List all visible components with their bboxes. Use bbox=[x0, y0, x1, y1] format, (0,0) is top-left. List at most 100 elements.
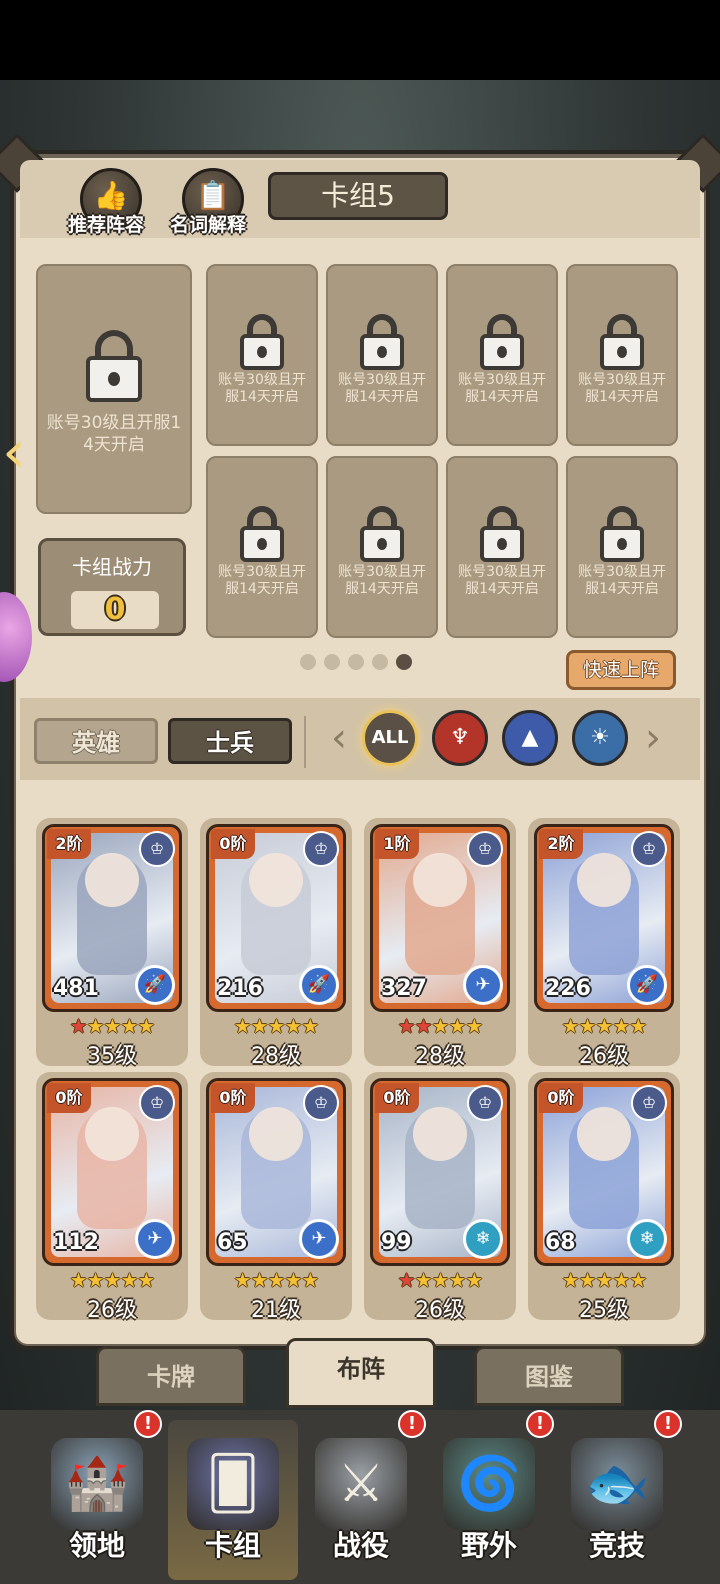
nav-item[interactable]: 🌀 野外 bbox=[424, 1420, 554, 1580]
nav-label: 卡组 bbox=[204, 1529, 261, 1562]
tab-soldiers[interactable]: 士兵 bbox=[168, 718, 292, 764]
card-power: 112 bbox=[53, 1230, 99, 1255]
card-frame: 0阶 ♔ ❄ 99 bbox=[370, 1078, 510, 1266]
subtab-cards[interactable]: 卡牌 bbox=[96, 1346, 246, 1406]
soldier-card[interactable]: 0阶 ♔ ❄ 99 ★★★★★ 26级 bbox=[364, 1072, 516, 1323]
lock-keyhole bbox=[257, 346, 267, 358]
nav-item[interactable]: ⚔ 战役 bbox=[296, 1420, 426, 1580]
page-dot-active[interactable] bbox=[396, 654, 412, 670]
alert-badge-icon: ! bbox=[398, 1410, 426, 1438]
lock-keyhole bbox=[377, 538, 387, 550]
star-icon: ★ bbox=[629, 1268, 647, 1292]
quick-deploy-button[interactable]: 快速上阵 bbox=[566, 650, 676, 690]
sword-type-icon: 🚀 bbox=[627, 965, 667, 1005]
soldier-card[interactable]: 2阶 ♔ 🚀 481 ★★★★★ 35级 bbox=[36, 818, 188, 1069]
nav-label: 领地 bbox=[68, 1529, 125, 1562]
deck-slot-locked[interactable]: 账号30级且开服14天开启 bbox=[326, 456, 438, 638]
deck-slot-locked[interactable]: 账号30级且开服14天开启 bbox=[566, 264, 678, 446]
star-rating: ★★★★★ bbox=[364, 1268, 516, 1292]
character-head bbox=[577, 1107, 631, 1161]
star-icon: ★ bbox=[69, 1268, 88, 1292]
card-power: 68 bbox=[545, 1230, 576, 1255]
ice-type-icon: ❄ bbox=[627, 1219, 667, 1259]
faction-icon: ♔ bbox=[467, 831, 503, 867]
deck-slot-locked[interactable]: 账号30级且开服14天开启 bbox=[36, 264, 192, 514]
soldier-card[interactable]: 0阶 ♔ ✈ 112 ★★★★★ 26级 bbox=[36, 1072, 188, 1323]
slot-lock-text: 账号30级且开服14天开启 bbox=[218, 372, 306, 405]
demon-faction-icon[interactable]: ♆ bbox=[432, 710, 488, 766]
deck-slot-locked[interactable]: 账号30级且开服14天开启 bbox=[446, 264, 558, 446]
star-icon: ★ bbox=[301, 1268, 319, 1292]
tab-heroes[interactable]: 英雄 bbox=[34, 718, 158, 764]
page-dot[interactable] bbox=[324, 654, 340, 670]
star-icon: ★ bbox=[448, 1268, 466, 1292]
deck-slot-locked[interactable]: 账号30级且开服14天开启 bbox=[446, 456, 558, 638]
soldier-card[interactable]: 2阶 ♔ 🚀 226 ★★★★★ 26级 bbox=[528, 818, 680, 1069]
soldier-card[interactable]: 0阶 ♔ ❄ 68 ★★★★★ 25级 bbox=[528, 1072, 680, 1323]
faction-icon: ♔ bbox=[139, 831, 175, 867]
character-head bbox=[249, 853, 303, 907]
card-level: 21级 bbox=[251, 1298, 301, 1323]
lock-keyhole bbox=[257, 538, 267, 550]
star-rating: ★★★★★ bbox=[364, 1014, 516, 1038]
slot-lock-text: 账号30级且开服14天开启 bbox=[578, 372, 666, 405]
star-icon: ★ bbox=[137, 1014, 155, 1038]
star-rating: ★★★★★ bbox=[36, 1268, 188, 1292]
character-head bbox=[85, 853, 139, 907]
page-dot[interactable] bbox=[300, 654, 316, 670]
deck-slot-locked[interactable]: 账号30级且开服14天开启 bbox=[206, 456, 318, 638]
star-icon: ★ bbox=[595, 1268, 614, 1292]
castle-icon: 🏰 bbox=[51, 1438, 143, 1530]
star-icon: ★ bbox=[301, 1014, 319, 1038]
deck-title[interactable]: 卡组5 bbox=[268, 172, 448, 220]
character-head bbox=[249, 1107, 303, 1161]
nav-item[interactable]: 🏰 领地 bbox=[32, 1420, 162, 1580]
soldier-card[interactable]: 0阶 ♔ ✈ 65 ★★★★★ 21级 bbox=[200, 1072, 352, 1323]
filter-next-arrow-icon[interactable]: › bbox=[638, 714, 668, 762]
ice-type-icon: ❄ bbox=[463, 1219, 503, 1259]
game-screen: 👍 推荐阵容 📋 名词解释 卡组5 ‹ 账号30级且开服14天开启 卡组战力 0… bbox=[0, 0, 720, 1584]
recommend-lineup-label: 推荐阵容 bbox=[68, 214, 145, 236]
slot-lock-text: 账号30级且开服14天开启 bbox=[338, 564, 426, 597]
star-icon: ★ bbox=[86, 1014, 105, 1038]
star-icon: ★ bbox=[250, 1014, 269, 1038]
stage-badge: 0阶 bbox=[211, 829, 255, 859]
subtab-formation[interactable]: 布阵 bbox=[286, 1338, 436, 1408]
deck-slot-locked[interactable]: 账号30级且开服14天开启 bbox=[326, 264, 438, 446]
star-icon: ★ bbox=[137, 1268, 155, 1292]
deck-slot-locked[interactable]: 账号30级且开服14天开启 bbox=[206, 264, 318, 446]
star-icon: ★ bbox=[414, 1014, 433, 1038]
star-icon: ★ bbox=[448, 1014, 466, 1038]
slot-lock-text: 账号30级且开服14天开启 bbox=[46, 413, 182, 455]
nav-item[interactable]: 🐟 竞技 bbox=[552, 1420, 682, 1580]
plane-type-icon: ✈ bbox=[299, 1219, 339, 1259]
faction-icon: ♔ bbox=[631, 831, 667, 867]
card-power: 65 bbox=[217, 1230, 248, 1255]
star-icon: ★ bbox=[465, 1268, 483, 1292]
slot-lock-text: 账号30级且开服14天开启 bbox=[338, 372, 426, 405]
lock-keyhole bbox=[617, 346, 627, 358]
subtab-codex[interactable]: 图鉴 bbox=[474, 1346, 624, 1406]
star-rating: ★★★★★ bbox=[200, 1268, 352, 1292]
filter-prev-arrow-icon[interactable]: ‹ bbox=[324, 714, 354, 762]
nav-item[interactable]: 🂠 卡组 bbox=[168, 1420, 298, 1580]
deck-slot-locked[interactable]: 账号30级且开服14天开启 bbox=[566, 456, 678, 638]
card-level: 28级 bbox=[415, 1044, 465, 1069]
lock-keyhole bbox=[497, 538, 507, 550]
lock-keyhole bbox=[108, 372, 120, 386]
glossary-label: 名词解释 bbox=[170, 214, 247, 236]
star-icon: ★ bbox=[578, 1268, 597, 1292]
thumbs-up-icon: 👍 bbox=[93, 179, 129, 212]
kingdom-faction-icon[interactable]: ☀ bbox=[572, 710, 628, 766]
mage-faction-icon[interactable]: ▲ bbox=[502, 710, 558, 766]
star-icon: ★ bbox=[120, 1014, 138, 1038]
card-power: 226 bbox=[545, 976, 591, 1001]
soldier-card[interactable]: 0阶 ♔ 🚀 216 ★★★★★ 28级 bbox=[200, 818, 352, 1069]
lock-keyhole bbox=[497, 346, 507, 358]
filter-all-button[interactable]: ALL bbox=[362, 710, 418, 766]
page-dot[interactable] bbox=[348, 654, 364, 670]
soldier-card[interactable]: 1阶 ♔ ✈ 327 ★★★★★ 28级 bbox=[364, 818, 516, 1069]
card-frame: 0阶 ♔ ✈ 112 bbox=[42, 1078, 182, 1266]
character-head bbox=[413, 853, 467, 907]
page-dot[interactable] bbox=[372, 654, 388, 670]
